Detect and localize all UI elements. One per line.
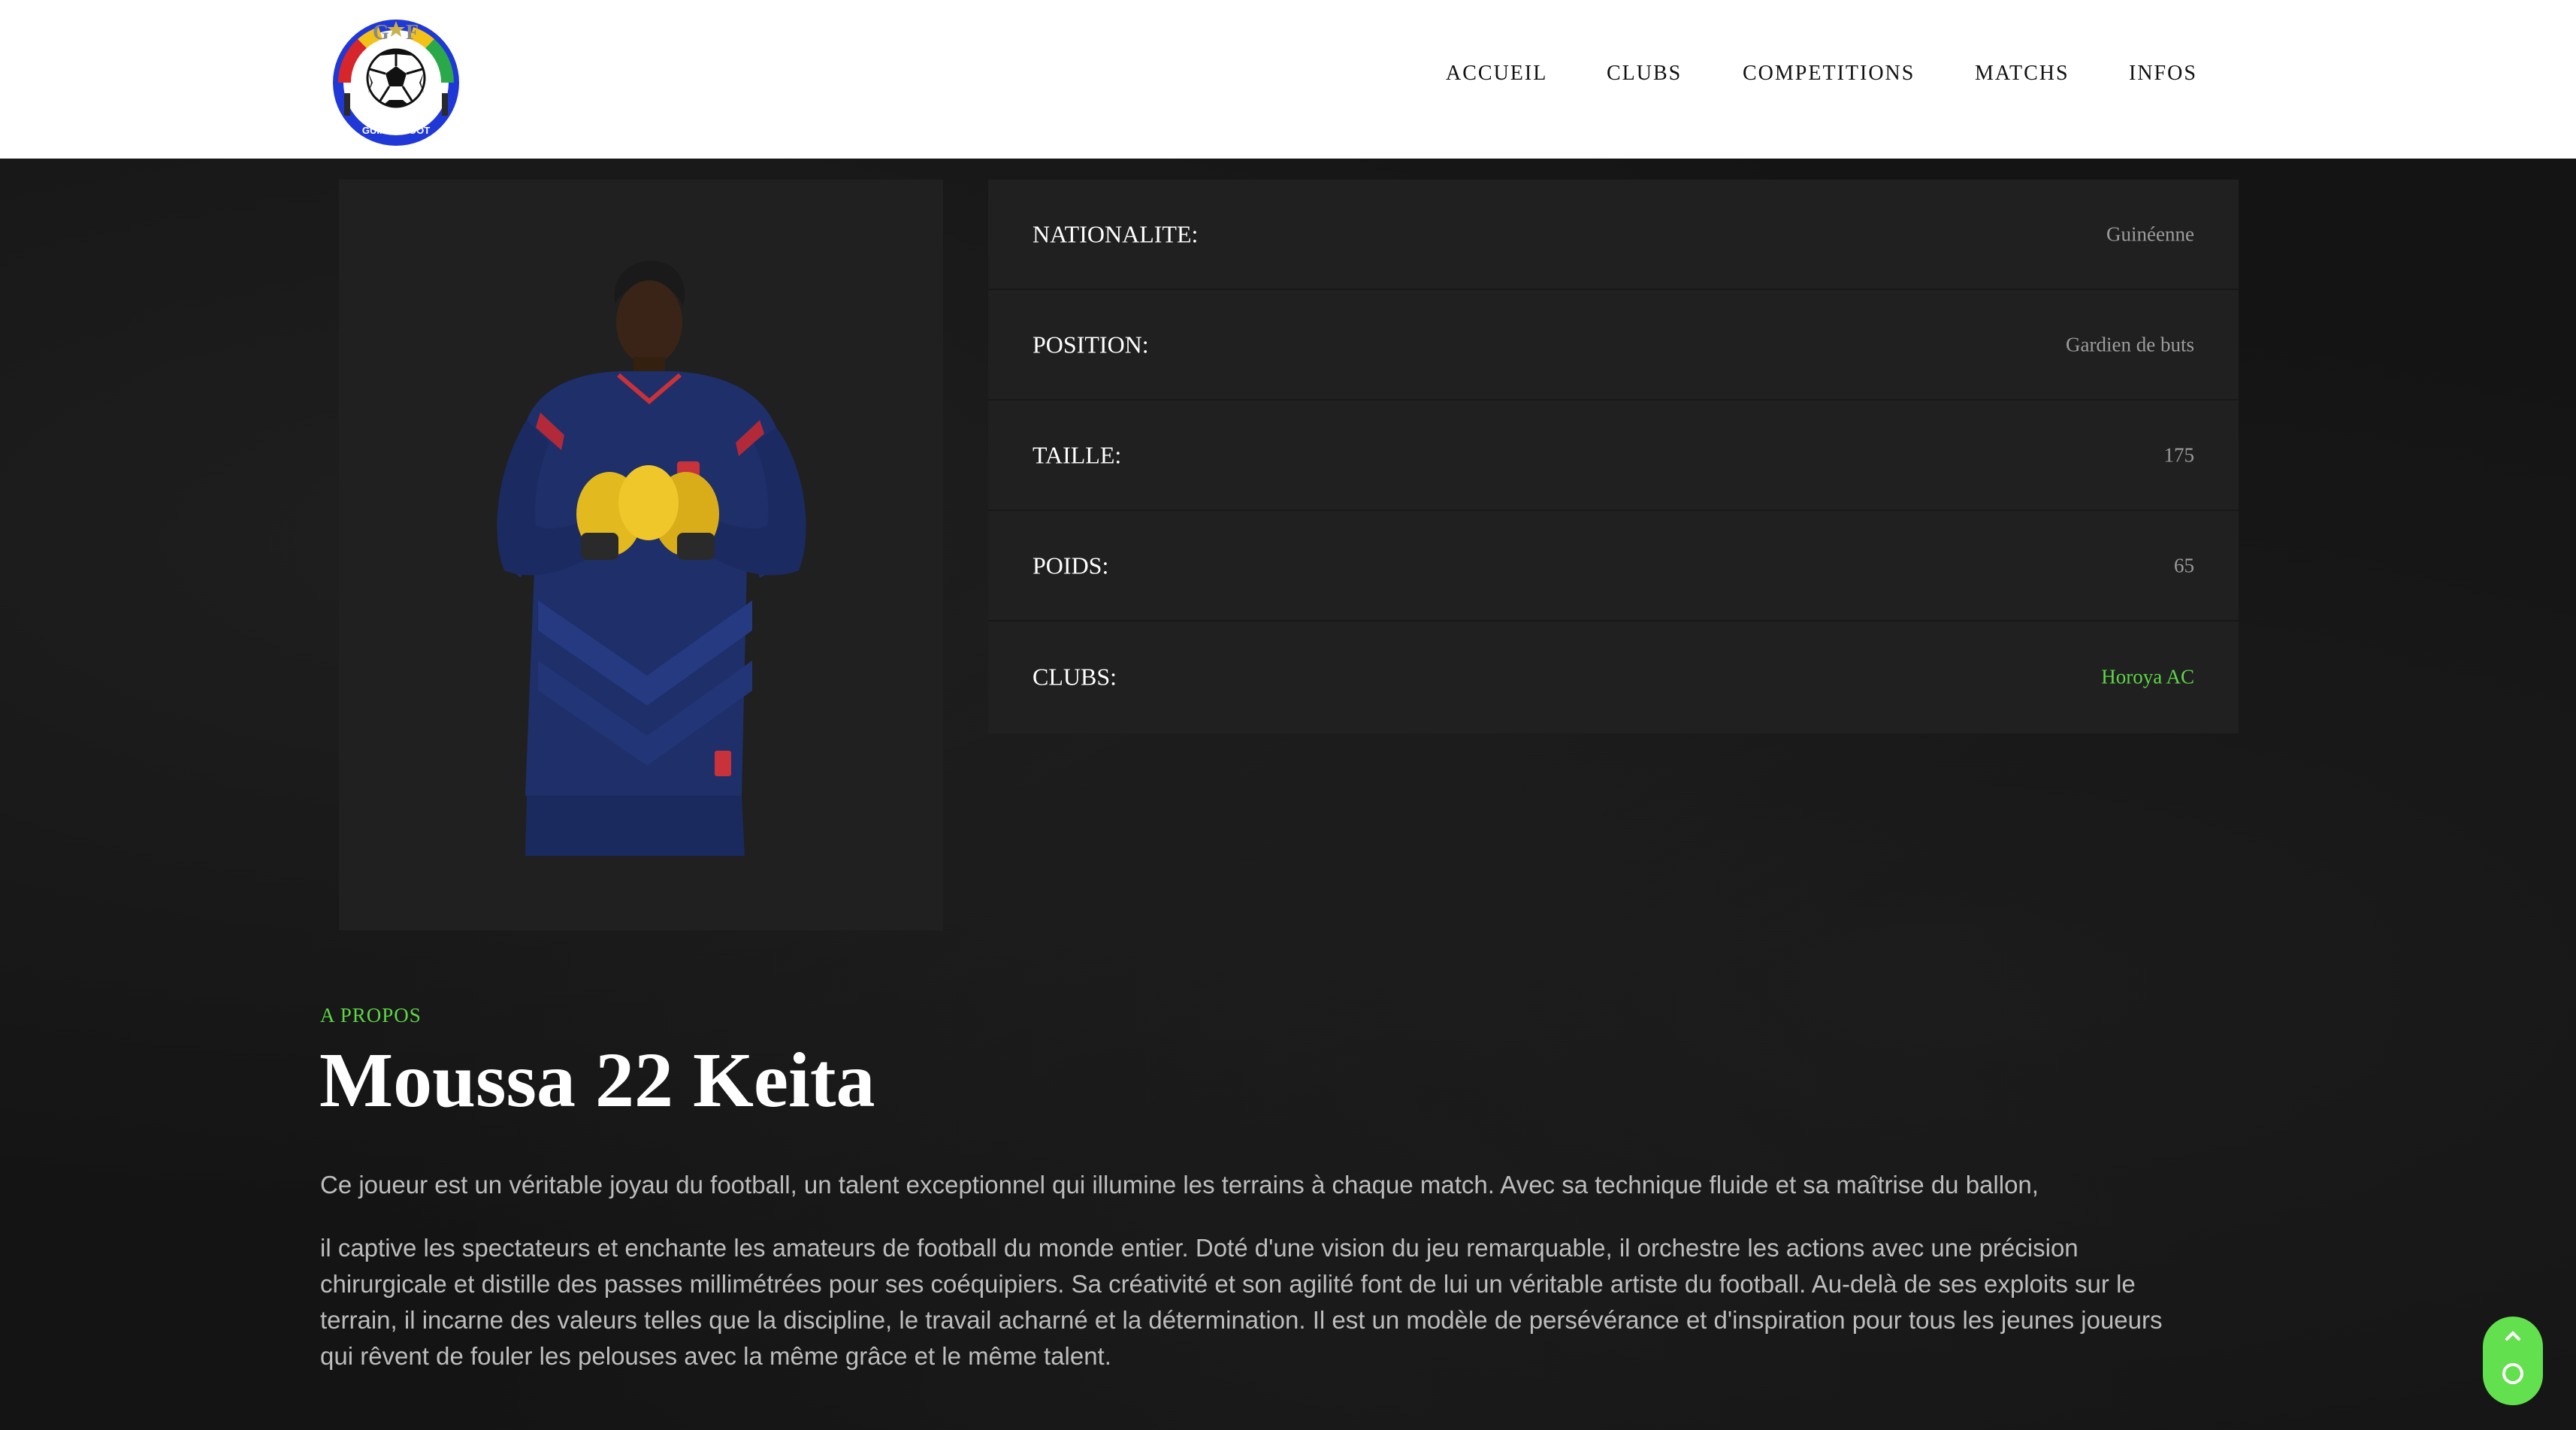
info-row-clubs: CLUBS: Horoya AC [988, 621, 2239, 732]
nav-infos[interactable]: INFOS [2129, 62, 2197, 86]
guinee-foot-logo[interactable]: G F GUINEE-FOOT [328, 11, 464, 147]
info-label: POSITION: [1033, 331, 1149, 358]
info-value: 65 [2174, 554, 2194, 576]
player-photo [497, 261, 806, 856]
info-row-position: POSITION: Gardien de buts [988, 290, 2239, 401]
info-value: Guinéenne [2106, 222, 2194, 245]
svg-text:G: G [373, 21, 389, 44]
club-link[interactable]: Horoya AC [2101, 665, 2194, 688]
player-bio-paragraph-1: Ce joueur est un véritable joyau du foot… [320, 1171, 2039, 1199]
site-header: G F GUINEE-FOOT ACCUEIL CLUBS COMPETITIO… [0, 0, 2576, 159]
player-bio-paragraph-2: il captive les spectateurs et enchante l… [320, 1234, 2163, 1370]
info-row-taille: TAILLE: 175 [988, 401, 2239, 511]
info-row-poids: POIDS: 65 [988, 511, 2239, 621]
info-label: CLUBS: [1033, 663, 1117, 690]
svg-text:F: F [406, 21, 419, 44]
info-row-nationalite: NATIONALITE: Guinéenne [988, 180, 2239, 290]
info-value: Gardien de buts [2066, 333, 2194, 355]
chevron-up-icon [2502, 1331, 2523, 1384]
nav-matchs[interactable]: MATCHS [1975, 62, 2070, 86]
info-label: POIDS: [1033, 552, 1109, 579]
player-photo-card [339, 180, 943, 930]
svg-text:GUINEE-FOOT: GUINEE-FOOT [362, 125, 430, 136]
nav-clubs[interactable]: CLUBS [1607, 62, 1682, 86]
player-info-table: NATIONALITE: Guinéenne POSITION: Gardien… [988, 180, 2239, 733]
nav-competitions[interactable]: COMPETITIONS [1743, 62, 1915, 86]
scroll-to-top-button[interactable] [2483, 1317, 2543, 1405]
info-value: 175 [2163, 443, 2195, 466]
nav-accueil[interactable]: ACCUEIL [1446, 62, 1547, 86]
info-label: TAILLE: [1033, 441, 1122, 468]
about-kicker: A PROPOS [320, 1004, 422, 1026]
player-name: Moussa 22 Keita [319, 1037, 875, 1123]
info-label: NATIONALITE: [1033, 220, 1199, 247]
